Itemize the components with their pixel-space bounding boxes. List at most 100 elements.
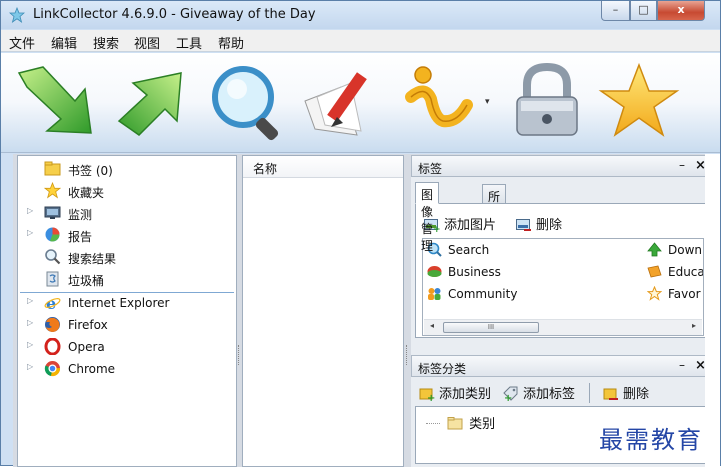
tree-item-trash[interactable]: 垃圾桶 xyxy=(18,269,236,289)
scroll-thumb[interactable]: III xyxy=(443,322,539,333)
chrome-icon xyxy=(44,361,61,377)
list-item[interactable]: Down xyxy=(647,242,702,257)
tag-label: Down xyxy=(668,243,703,257)
padlock-icon[interactable] xyxy=(505,61,589,141)
info-icon[interactable] xyxy=(401,61,481,141)
tree-item-chrome[interactable]: ▷ Chrome xyxy=(18,359,236,379)
menu-tools[interactable]: 工具 xyxy=(176,33,202,52)
pin-icon[interactable]: – xyxy=(679,358,685,372)
right-splitter[interactable] xyxy=(406,345,408,365)
category-root-label: 类别 xyxy=(469,417,496,432)
add-image-button[interactable]: + 添加图片 xyxy=(424,214,496,233)
link-list: 名称 xyxy=(242,155,404,467)
tree-item-label: 搜索结果 xyxy=(68,252,117,266)
add-tag-label: 添加标签 xyxy=(523,387,576,402)
tree-item-internet-explorer[interactable]: ▷ e Internet Explorer xyxy=(18,293,236,313)
menu-bar: 文件 编辑 搜索 视图 工具 帮助 xyxy=(1,30,720,52)
tree-item-favorites[interactable]: 收藏夹 xyxy=(18,181,236,201)
tree-item-label: Internet Explorer xyxy=(68,296,170,310)
watermark-text: 最需教育 xyxy=(599,420,703,455)
folder-icon xyxy=(44,161,61,176)
tree-expander[interactable]: ▷ xyxy=(27,318,33,327)
list-item[interactable]: Community xyxy=(427,286,517,301)
column-header-name[interactable]: 名称 xyxy=(243,156,403,178)
pin-icon[interactable]: – xyxy=(679,158,685,172)
add-category-button[interactable]: + 添加类别 xyxy=(419,383,491,402)
toolbar: ▾ xyxy=(1,53,720,153)
toolbar-separator xyxy=(589,383,590,403)
favorites-star-icon xyxy=(647,286,662,301)
trash-icon xyxy=(46,271,59,287)
svg-text:+: + xyxy=(427,393,435,401)
categories-pane-header: 标签分类 – × xyxy=(411,355,713,377)
menu-help[interactable]: 帮助 xyxy=(218,33,244,52)
window-title: LinkCollector 4.6.9.0 - Giveaway of the … xyxy=(33,7,316,22)
delete-category-icon xyxy=(603,388,618,400)
favorites-star-icon xyxy=(44,182,61,199)
add-image-label: 添加图片 xyxy=(444,218,497,233)
column-header-label: 名称 xyxy=(253,162,278,176)
category-root-item[interactable]: 类别 xyxy=(426,413,495,432)
tag-label: Business xyxy=(448,265,501,279)
tree-item-reports[interactable]: ▷ 报告 xyxy=(18,225,236,245)
tag-label: Favor xyxy=(668,287,701,301)
info-dropdown-arrow-icon[interactable]: ▾ xyxy=(485,97,490,107)
tree-item-bookmarks[interactable]: 书签 (0) xyxy=(18,159,236,179)
tree-item-label: 收藏夹 xyxy=(68,186,105,200)
tree-item-label: 监测 xyxy=(68,208,93,222)
tree-item-label: 书签 (0) xyxy=(68,164,113,178)
maximize-button[interactable]: □ xyxy=(630,1,657,21)
education-book-icon xyxy=(647,265,662,278)
title-bar[interactable]: LinkCollector 4.6.9.0 - Giveaway of the … xyxy=(1,1,720,29)
folder-icon xyxy=(447,417,463,430)
tag-label: Educa xyxy=(668,265,704,279)
tab-all-tags[interactable]: 所有标签 xyxy=(482,184,507,255)
add-category-label: 添加类别 xyxy=(439,387,492,402)
monitor-icon xyxy=(44,206,61,219)
tree-item-label: Firefox xyxy=(68,318,108,332)
list-item[interactable]: Search xyxy=(427,242,489,257)
add-tag-button[interactable]: + 添加标签 xyxy=(503,383,575,402)
delete-category-label: 删除 xyxy=(623,387,650,402)
arrow-up-icon[interactable] xyxy=(111,61,195,141)
tree-expander[interactable]: ▷ xyxy=(27,340,33,349)
tree-item-firefox[interactable]: ▷ Firefox xyxy=(18,315,236,335)
business-icon xyxy=(427,266,442,277)
scroll-left-arrow-icon[interactable]: ◂ xyxy=(430,321,434,330)
star-icon[interactable] xyxy=(597,61,681,141)
app-window: LinkCollector 4.6.9.0 - Giveaway of the … xyxy=(0,0,721,467)
tag-image-list[interactable]: Search Business Community Down Educa Fav… xyxy=(422,238,704,336)
categories-pane-title: 标签分类 xyxy=(418,362,467,376)
menu-search[interactable]: 搜索 xyxy=(93,33,119,52)
tree-item-search-results[interactable]: 搜索结果 xyxy=(18,247,236,267)
magnifier-icon[interactable] xyxy=(207,61,291,141)
firefox-icon xyxy=(45,317,60,332)
delete-category-button[interactable]: 删除 xyxy=(603,383,649,402)
tab-image-management[interactable]: 图像管理 xyxy=(415,182,440,253)
tree-item-monitor[interactable]: ▷ 监测 xyxy=(18,203,236,223)
tree-expander[interactable]: ▷ xyxy=(27,228,33,237)
list-item[interactable]: Business xyxy=(427,264,501,279)
menu-view[interactable]: 视图 xyxy=(134,33,160,52)
minimize-button[interactable]: – xyxy=(601,1,630,21)
close-button[interactable]: x xyxy=(657,1,705,21)
tree-expander[interactable]: ▷ xyxy=(27,296,33,305)
left-splitter[interactable] xyxy=(238,345,240,365)
horizontal-scrollbar[interactable]: ◂ III ▸ xyxy=(424,319,702,335)
list-item[interactable]: Educa xyxy=(647,264,704,279)
navigation-tree: 书签 (0) 收藏夹 ▷ 监测 ▷ 报告 搜索结果 垃圾桶 ▷ e Intern… xyxy=(17,155,237,467)
add-tag-icon: + xyxy=(503,386,518,401)
window-right-margin xyxy=(705,154,720,467)
list-item[interactable]: Favor xyxy=(647,286,701,301)
edit-pencil-icon[interactable] xyxy=(301,61,385,141)
tree-item-label: Chrome xyxy=(68,362,116,376)
tree-expander[interactable]: ▷ xyxy=(27,206,33,215)
scroll-right-arrow-icon[interactable]: ▸ xyxy=(692,321,696,330)
tree-item-label: 垃圾桶 xyxy=(68,274,105,288)
tree-item-opera[interactable]: ▷ Opera xyxy=(18,337,236,357)
tree-expander[interactable]: ▷ xyxy=(27,362,33,371)
arrow-down-icon[interactable] xyxy=(13,61,97,141)
menu-file[interactable]: 文件 xyxy=(9,33,35,52)
delete-image-button[interactable]: 删除 xyxy=(516,214,562,233)
menu-edit[interactable]: 编辑 xyxy=(51,33,77,52)
